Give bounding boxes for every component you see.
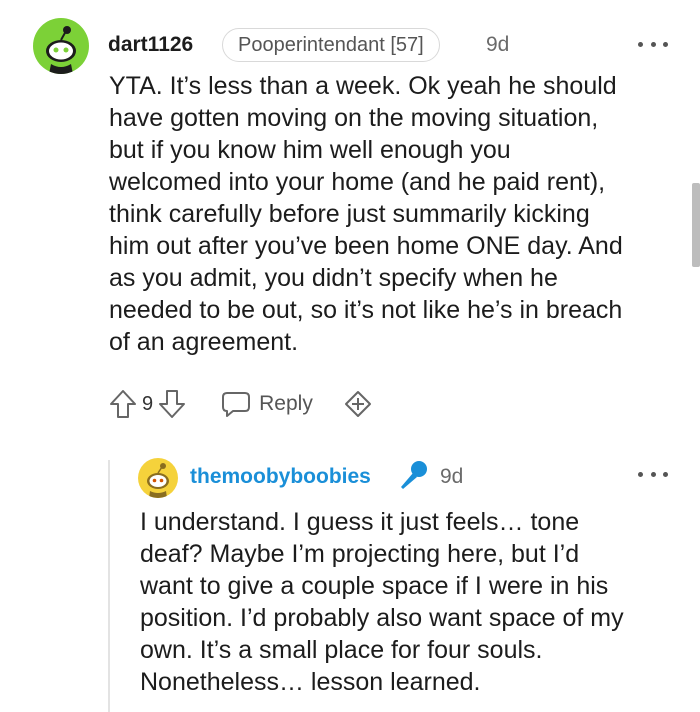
user-avatar[interactable] (33, 18, 89, 74)
comment-line: Nonetheless… lesson learned. (140, 668, 481, 696)
more-options-button[interactable] (638, 34, 668, 54)
speech-bubble-icon (222, 392, 251, 417)
reply-label: Reply (259, 392, 313, 415)
comment-line: welcomed into your home (and he paid ren… (109, 168, 606, 196)
user-flair: Pooperintendant [57] (222, 28, 440, 62)
comment-line: position. I’d probably also want space o… (140, 604, 624, 632)
comment-line: YTA. It’s less than a week. Ok yeah he s… (109, 72, 617, 100)
comment-line: needed to be out, so it’s not like he’s … (109, 296, 623, 324)
more-horizontal-icon (638, 471, 643, 477)
vote-count: 9 (142, 392, 154, 415)
comment-actions: 9 Reply (108, 386, 373, 422)
upvote-arrow-icon (110, 390, 136, 418)
upvote-button[interactable] (108, 387, 138, 421)
comment-timestamp: 9d (440, 465, 464, 488)
comment-body: I understand. I guess it just feels… ton… (140, 506, 690, 698)
scrollbar[interactable] (692, 183, 700, 267)
more-dot (650, 471, 656, 477)
snoo-avatar-icon (147, 463, 169, 498)
comment-line: have gotten moving on the moving situati… (109, 104, 599, 132)
comment-username[interactable]: dart1126 (108, 33, 193, 57)
comment-line: him out after you’ve been home ONE day. … (109, 232, 623, 260)
reply-button[interactable]: Reply (221, 390, 313, 418)
comment-line: want to give a couple space if I were in… (140, 572, 609, 600)
comment-line: deaf? Maybe I’m projecting here, but I’d (140, 540, 580, 568)
comment-line: but if you know him well enough you (109, 136, 511, 164)
more-dot (663, 41, 668, 47)
more-dot (663, 471, 668, 477)
snoo-avatar-icon (46, 26, 76, 74)
microphone-icon (396, 459, 430, 498)
comment-line: think carefully before just summarily ki… (109, 200, 590, 228)
add-award-icon (344, 391, 371, 417)
comment-body: YTA. It’s less than a week. Ok yeah he s… (109, 70, 689, 358)
give-award-button[interactable] (343, 389, 373, 419)
comment-timestamp: 9d (486, 33, 510, 56)
comment-username[interactable]: themoobyboobies (190, 465, 371, 489)
user-avatar[interactable] (138, 458, 178, 498)
comment-line: as you admit, you didn’t specify when he (109, 264, 558, 292)
downvote-arrow-icon (159, 390, 186, 418)
downvote-button[interactable] (157, 387, 187, 421)
more-dot (650, 41, 656, 47)
comment-line: I understand. I guess it just feels… ton… (140, 508, 580, 536)
thread-collapse-line[interactable] (108, 460, 110, 712)
more-options-button[interactable] (638, 464, 668, 484)
comment-line: own. It’s a small place for four souls. (140, 636, 543, 664)
more-horizontal-icon (638, 41, 643, 47)
comment-line: of an agreement. (109, 328, 299, 356)
